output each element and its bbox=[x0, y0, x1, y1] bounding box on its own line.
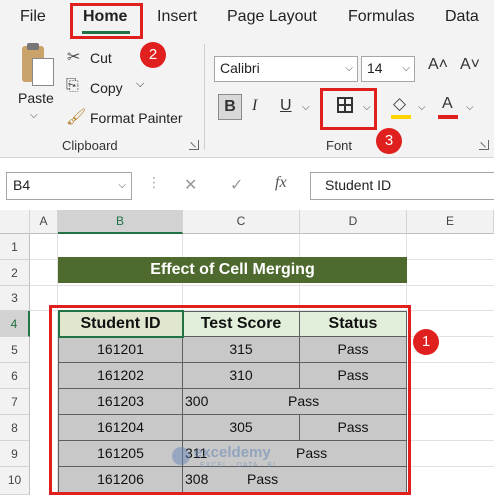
underline-button[interactable]: U bbox=[280, 97, 292, 115]
column-header-c[interactable]: C bbox=[183, 210, 300, 234]
row-header-1[interactable]: 1 bbox=[0, 234, 30, 260]
tab-formulas[interactable]: Formulas bbox=[348, 8, 415, 26]
gridline bbox=[407, 440, 494, 441]
column-header-b[interactable]: B bbox=[58, 210, 183, 234]
font-launcher-icon[interactable] bbox=[479, 140, 489, 150]
step-marker-1: 1 bbox=[413, 329, 439, 355]
fill-color-swatch bbox=[391, 115, 411, 119]
select-all-button[interactable] bbox=[0, 210, 30, 234]
step-marker-2: 2 bbox=[140, 42, 166, 68]
gridline bbox=[30, 285, 494, 286]
row-header-7[interactable]: 7 bbox=[0, 389, 30, 415]
row-header-10[interactable]: 10 bbox=[0, 467, 30, 495]
font-size-value: 14 bbox=[367, 60, 383, 76]
name-box[interactable]: B4 ⌵ bbox=[6, 172, 132, 200]
copy-icon[interactable]: ⎘ bbox=[66, 77, 79, 95]
row-header-4[interactable]: 4 bbox=[0, 311, 30, 337]
row-header-8[interactable]: 8 bbox=[0, 415, 30, 441]
chevron-down-icon[interactable]: ⌵ bbox=[345, 63, 353, 74]
name-box-value: B4 bbox=[13, 177, 31, 193]
tab-file[interactable]: File bbox=[20, 8, 46, 26]
tab-data[interactable]: Data bbox=[445, 8, 479, 26]
tab-insert[interactable]: Insert bbox=[157, 8, 197, 26]
font-size-field[interactable]: 14 ⌵ bbox=[361, 56, 415, 82]
enter-icon[interactable]: ✓ bbox=[230, 175, 243, 195]
font-color-swatch bbox=[438, 115, 458, 119]
fill-dropdown-icon[interactable]: ⌵ bbox=[418, 102, 426, 113]
font-group-label: Font bbox=[326, 138, 353, 153]
clipboard-group-label: Clipboard bbox=[62, 138, 118, 153]
decrease-font-size-button[interactable]: A˅ bbox=[460, 56, 480, 74]
highlight-table-range bbox=[49, 305, 411, 495]
clipboard-launcher-icon[interactable] bbox=[189, 140, 199, 150]
row-header-5[interactable]: 5 bbox=[0, 337, 30, 363]
copy-button[interactable]: Copy bbox=[90, 80, 123, 96]
gridline bbox=[407, 388, 494, 389]
fill-color-icon[interactable]: ◇ bbox=[393, 94, 406, 114]
font-color-dropdown-icon[interactable]: ⌵ bbox=[466, 102, 474, 113]
formula-content: Student ID bbox=[325, 177, 392, 193]
chevron-down-icon[interactable]: ⌵ bbox=[118, 180, 126, 191]
step-marker-3: 3 bbox=[376, 128, 402, 154]
format-painter-icon[interactable]: 🖌 bbox=[66, 107, 86, 127]
italic-button[interactable]: I bbox=[252, 97, 257, 115]
increase-font-size-button[interactable]: A˄ bbox=[428, 56, 448, 74]
paste-dropdown-icon[interactable]: ⌵ bbox=[30, 110, 38, 121]
highlight-home-tab bbox=[70, 3, 143, 39]
column-header-d[interactable]: D bbox=[300, 210, 407, 234]
font-color-button[interactable]: A bbox=[442, 95, 453, 113]
insert-function-button[interactable]: fx bbox=[275, 174, 287, 192]
paste-icon-clip bbox=[27, 43, 39, 50]
group-divider bbox=[204, 44, 205, 150]
tab-page-layout[interactable]: Page Layout bbox=[227, 8, 317, 26]
row-header-6[interactable]: 6 bbox=[0, 363, 30, 389]
copy-dropdown-icon[interactable]: ⌵ bbox=[136, 78, 144, 91]
row-header-2[interactable]: 2 bbox=[0, 260, 30, 286]
paste-icon-paper bbox=[32, 58, 54, 86]
bold-button[interactable]: B bbox=[218, 94, 242, 120]
sheet-title[interactable]: Effect of Cell Merging bbox=[58, 257, 407, 283]
underline-dropdown-icon[interactable]: ⌵ bbox=[302, 102, 310, 113]
row-header-3[interactable]: 3 bbox=[0, 286, 30, 311]
cancel-icon[interactable]: ✕ bbox=[184, 175, 197, 195]
gridline bbox=[407, 362, 494, 363]
chevron-down-icon[interactable]: ⌵ bbox=[402, 63, 410, 74]
gridline bbox=[407, 466, 494, 467]
format-painter-button[interactable]: Format Painter bbox=[90, 110, 183, 126]
cut-button[interactable]: Cut bbox=[90, 50, 112, 66]
gridline bbox=[407, 414, 494, 415]
scissors-icon[interactable]: ✂ bbox=[67, 47, 80, 67]
formula-bar-splitter-icon[interactable]: ⋮ bbox=[147, 174, 161, 191]
row-header-9[interactable]: 9 bbox=[0, 441, 30, 467]
column-header-e[interactable]: E bbox=[407, 210, 494, 234]
formula-input[interactable]: Student ID bbox=[310, 172, 494, 200]
font-name-field[interactable]: Calibri ⌵ bbox=[214, 56, 358, 82]
column-header-a[interactable]: A bbox=[30, 210, 58, 234]
font-name-value: Calibri bbox=[220, 60, 260, 76]
paste-button[interactable]: Paste bbox=[18, 90, 54, 106]
highlight-borders-button bbox=[320, 88, 377, 130]
